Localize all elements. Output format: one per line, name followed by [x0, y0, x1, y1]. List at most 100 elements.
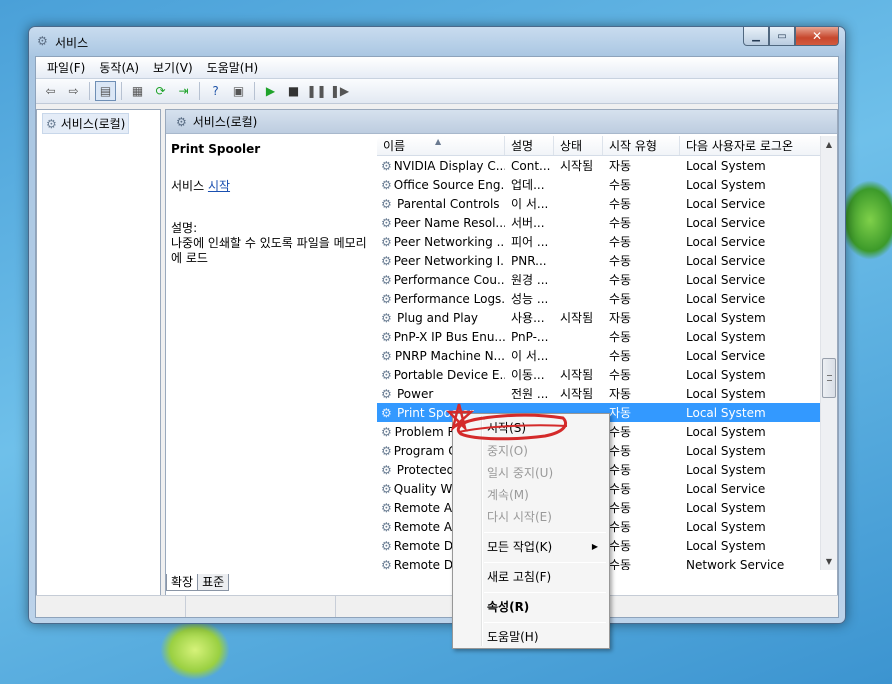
- menu-item-pause: 일시 중지(U): [487, 466, 554, 480]
- service-startup-type-cell: 수동: [609, 425, 632, 439]
- column-header-status[interactable]: 상태: [554, 136, 603, 155]
- console-body: ⚙ 서비스(로컬) ⚙ 서비스(로컬) Print Spooler 서비스 시작…: [36, 106, 838, 596]
- gear-icon: ⚙: [176, 114, 187, 129]
- gear-icon: ⚙: [381, 462, 392, 477]
- table-row[interactable]: ⚙ Power 전원 ... 시작됨 자동 Local System: [377, 384, 837, 403]
- menu-item-help[interactable]: 도움말(H): [456, 626, 606, 648]
- title-bar[interactable]: ⚙ 서비스 ▁ ▭ ✕: [29, 27, 845, 53]
- table-row[interactable]: ⚙ Performance Logs... 성능 ... 수동 Local Servic…: [377, 289, 837, 308]
- scroll-down-icon[interactable]: ▼: [821, 553, 837, 570]
- service-description-cell: 이동...: [511, 368, 545, 382]
- scroll-thumb[interactable]: [822, 358, 836, 398]
- menu-help[interactable]: 도움말(H): [200, 59, 266, 76]
- tab-standard[interactable]: 표준: [197, 574, 230, 591]
- service-description-cell: 이 서...: [511, 197, 549, 211]
- service-name-cell: ⚙ NVIDIA Display C...: [377, 159, 505, 173]
- table-row[interactable]: ⚙ Parental Controls 이 서... 수동 Local Service: [377, 194, 837, 213]
- status-bar: [36, 595, 838, 617]
- gear-icon: ⚙: [381, 519, 392, 534]
- stop-icon[interactable]: ■: [283, 81, 304, 101]
- service-name-text: NVIDIA Display C...: [393, 158, 505, 173]
- back-icon[interactable]: ⇦: [40, 81, 61, 101]
- menu-view[interactable]: 보기(V): [146, 59, 200, 76]
- scroll-up-icon[interactable]: ▲: [821, 136, 837, 153]
- service-status-cell: 시작됨: [560, 368, 594, 382]
- menu-item-all-tasks[interactable]: 모든 작업(K) ▶: [456, 536, 606, 558]
- maximize-button[interactable]: ▭: [769, 27, 795, 46]
- service-startup-type-cell: 수동: [609, 482, 632, 496]
- desktop-leaf-decoration-2: [160, 620, 230, 680]
- vertical-scrollbar[interactable]: ▲ ▼: [820, 136, 837, 570]
- gear-icon: ⚙: [381, 253, 392, 268]
- tree-item-services-local[interactable]: ⚙ 서비스(로컬): [42, 113, 130, 134]
- description-text: 나중에 인쇄할 수 있도록 파일을 메모리에 로드: [171, 236, 367, 265]
- service-logon-cell: Local Service: [686, 481, 766, 496]
- table-row[interactable]: ⚙ Office Source Eng... 업데... 수동 Local System: [377, 175, 837, 194]
- gear-icon: ⚙: [381, 215, 392, 230]
- gear-icon: ⚙: [381, 500, 392, 515]
- gear-icon: ⚙: [381, 329, 392, 344]
- table-row[interactable]: ⚙ Plug and Play 사용... 시작됨 자동 Local System: [377, 308, 837, 327]
- service-name-text: Performance Logs...: [393, 291, 505, 306]
- table-row[interactable]: ⚙ Portable Device E... 이동... 시작됨 수동 Local Sys…: [377, 365, 837, 384]
- show-action-pane-icon[interactable]: ▣: [228, 81, 249, 101]
- service-status-cell: 시작됨: [560, 311, 594, 325]
- toolbar-separator: [121, 82, 122, 100]
- sort-ascending-icon: ▲: [435, 137, 442, 146]
- start-service-link[interactable]: 시작: [208, 179, 230, 193]
- service-startup-type-cell: 자동: [609, 406, 632, 420]
- console-tree-icon[interactable]: ▤: [95, 81, 116, 101]
- properties-icon[interactable]: ▦: [127, 81, 148, 101]
- service-logon-cell: Local System: [686, 367, 766, 382]
- gear-icon: ⚙: [381, 538, 392, 553]
- service-startup-type-cell: 자동: [609, 159, 632, 173]
- description-label: 설명:: [171, 221, 198, 235]
- table-row[interactable]: ⚙ NVIDIA Display C... Cont... 시작됨 자동 Local Sy…: [377, 156, 837, 175]
- forward-icon[interactable]: ⇨: [63, 81, 84, 101]
- resume-icon[interactable]: ❚▶: [329, 81, 350, 101]
- gear-icon: ⚙: [381, 234, 392, 249]
- menu-item-start[interactable]: 시작(S): [456, 417, 606, 439]
- menu-separator: [484, 532, 606, 533]
- selected-service-name: Print Spooler: [171, 142, 261, 156]
- service-startup-type-cell: 자동: [609, 311, 632, 325]
- service-name-text: Parental Controls: [397, 196, 500, 211]
- menu-item-refresh[interactable]: 새로 고침(F): [456, 566, 606, 588]
- service-logon-cell: Local System: [686, 424, 766, 439]
- list-header: ▲ 이름 설명 상태 시작 유형 다음 사용자로 로그온: [377, 136, 837, 156]
- menu-item-properties[interactable]: 속성(R): [456, 596, 606, 618]
- tab-extended[interactable]: 확장: [166, 574, 199, 591]
- service-startup-type-cell: 수동: [609, 539, 632, 553]
- column-header-startup-type[interactable]: 시작 유형: [603, 136, 680, 155]
- table-row[interactable]: ⚙ PNRP Machine N... 이 서... 수동 Local Service: [377, 346, 837, 365]
- service-startup-type-cell: 수동: [609, 178, 632, 192]
- table-row[interactable]: ⚙ Performance Cou... 원경 ... 수동 Local Service: [377, 270, 837, 289]
- service-logon-cell: Local System: [686, 158, 766, 173]
- menu-bar: 파일(F) 동작(A) 보기(V) 도움말(H): [36, 57, 838, 79]
- column-header-name[interactable]: ▲ 이름: [377, 136, 505, 155]
- service-logon-cell: Local System: [686, 329, 766, 344]
- export-icon[interactable]: ⇥: [173, 81, 194, 101]
- service-description-cell: PnP-...: [511, 329, 549, 344]
- menu-file[interactable]: 파일(F): [40, 59, 92, 76]
- pause-icon[interactable]: ❚❚: [306, 81, 327, 101]
- service-startup-type-cell: 수동: [609, 520, 632, 534]
- service-name-cell: ⚙ Portable Device E...: [377, 368, 505, 382]
- window-title: 서비스: [55, 36, 89, 50]
- menu-action[interactable]: 동작(A): [92, 59, 146, 76]
- play-icon[interactable]: ▶: [260, 81, 281, 101]
- service-name-text: Power: [397, 386, 434, 401]
- column-header-log-on-as[interactable]: 다음 사용자로 로그온: [680, 136, 820, 155]
- service-description-cell: Cont...: [511, 158, 551, 173]
- table-row[interactable]: ⚙ Peer Networking I... PNR... 수동 Local Servi…: [377, 251, 837, 270]
- column-header-description[interactable]: 설명: [505, 136, 554, 155]
- service-name-text: Plug and Play: [397, 310, 479, 325]
- table-row[interactable]: ⚙ Peer Name Resol... 서버... 수동 Local Service: [377, 213, 837, 232]
- close-button[interactable]: ✕: [795, 27, 839, 46]
- help-icon[interactable]: ?: [205, 81, 226, 101]
- table-row[interactable]: ⚙ PnP-X IP Bus Enu... PnP-... 수동 Local Syste…: [377, 327, 837, 346]
- minimize-button[interactable]: ▁: [743, 27, 769, 46]
- table-row[interactable]: ⚙ Peer Networking ... 피어 ... 수동 Local Servic…: [377, 232, 837, 251]
- service-status-cell: 시작됨: [560, 159, 594, 173]
- refresh-icon[interactable]: ⟳: [150, 81, 171, 101]
